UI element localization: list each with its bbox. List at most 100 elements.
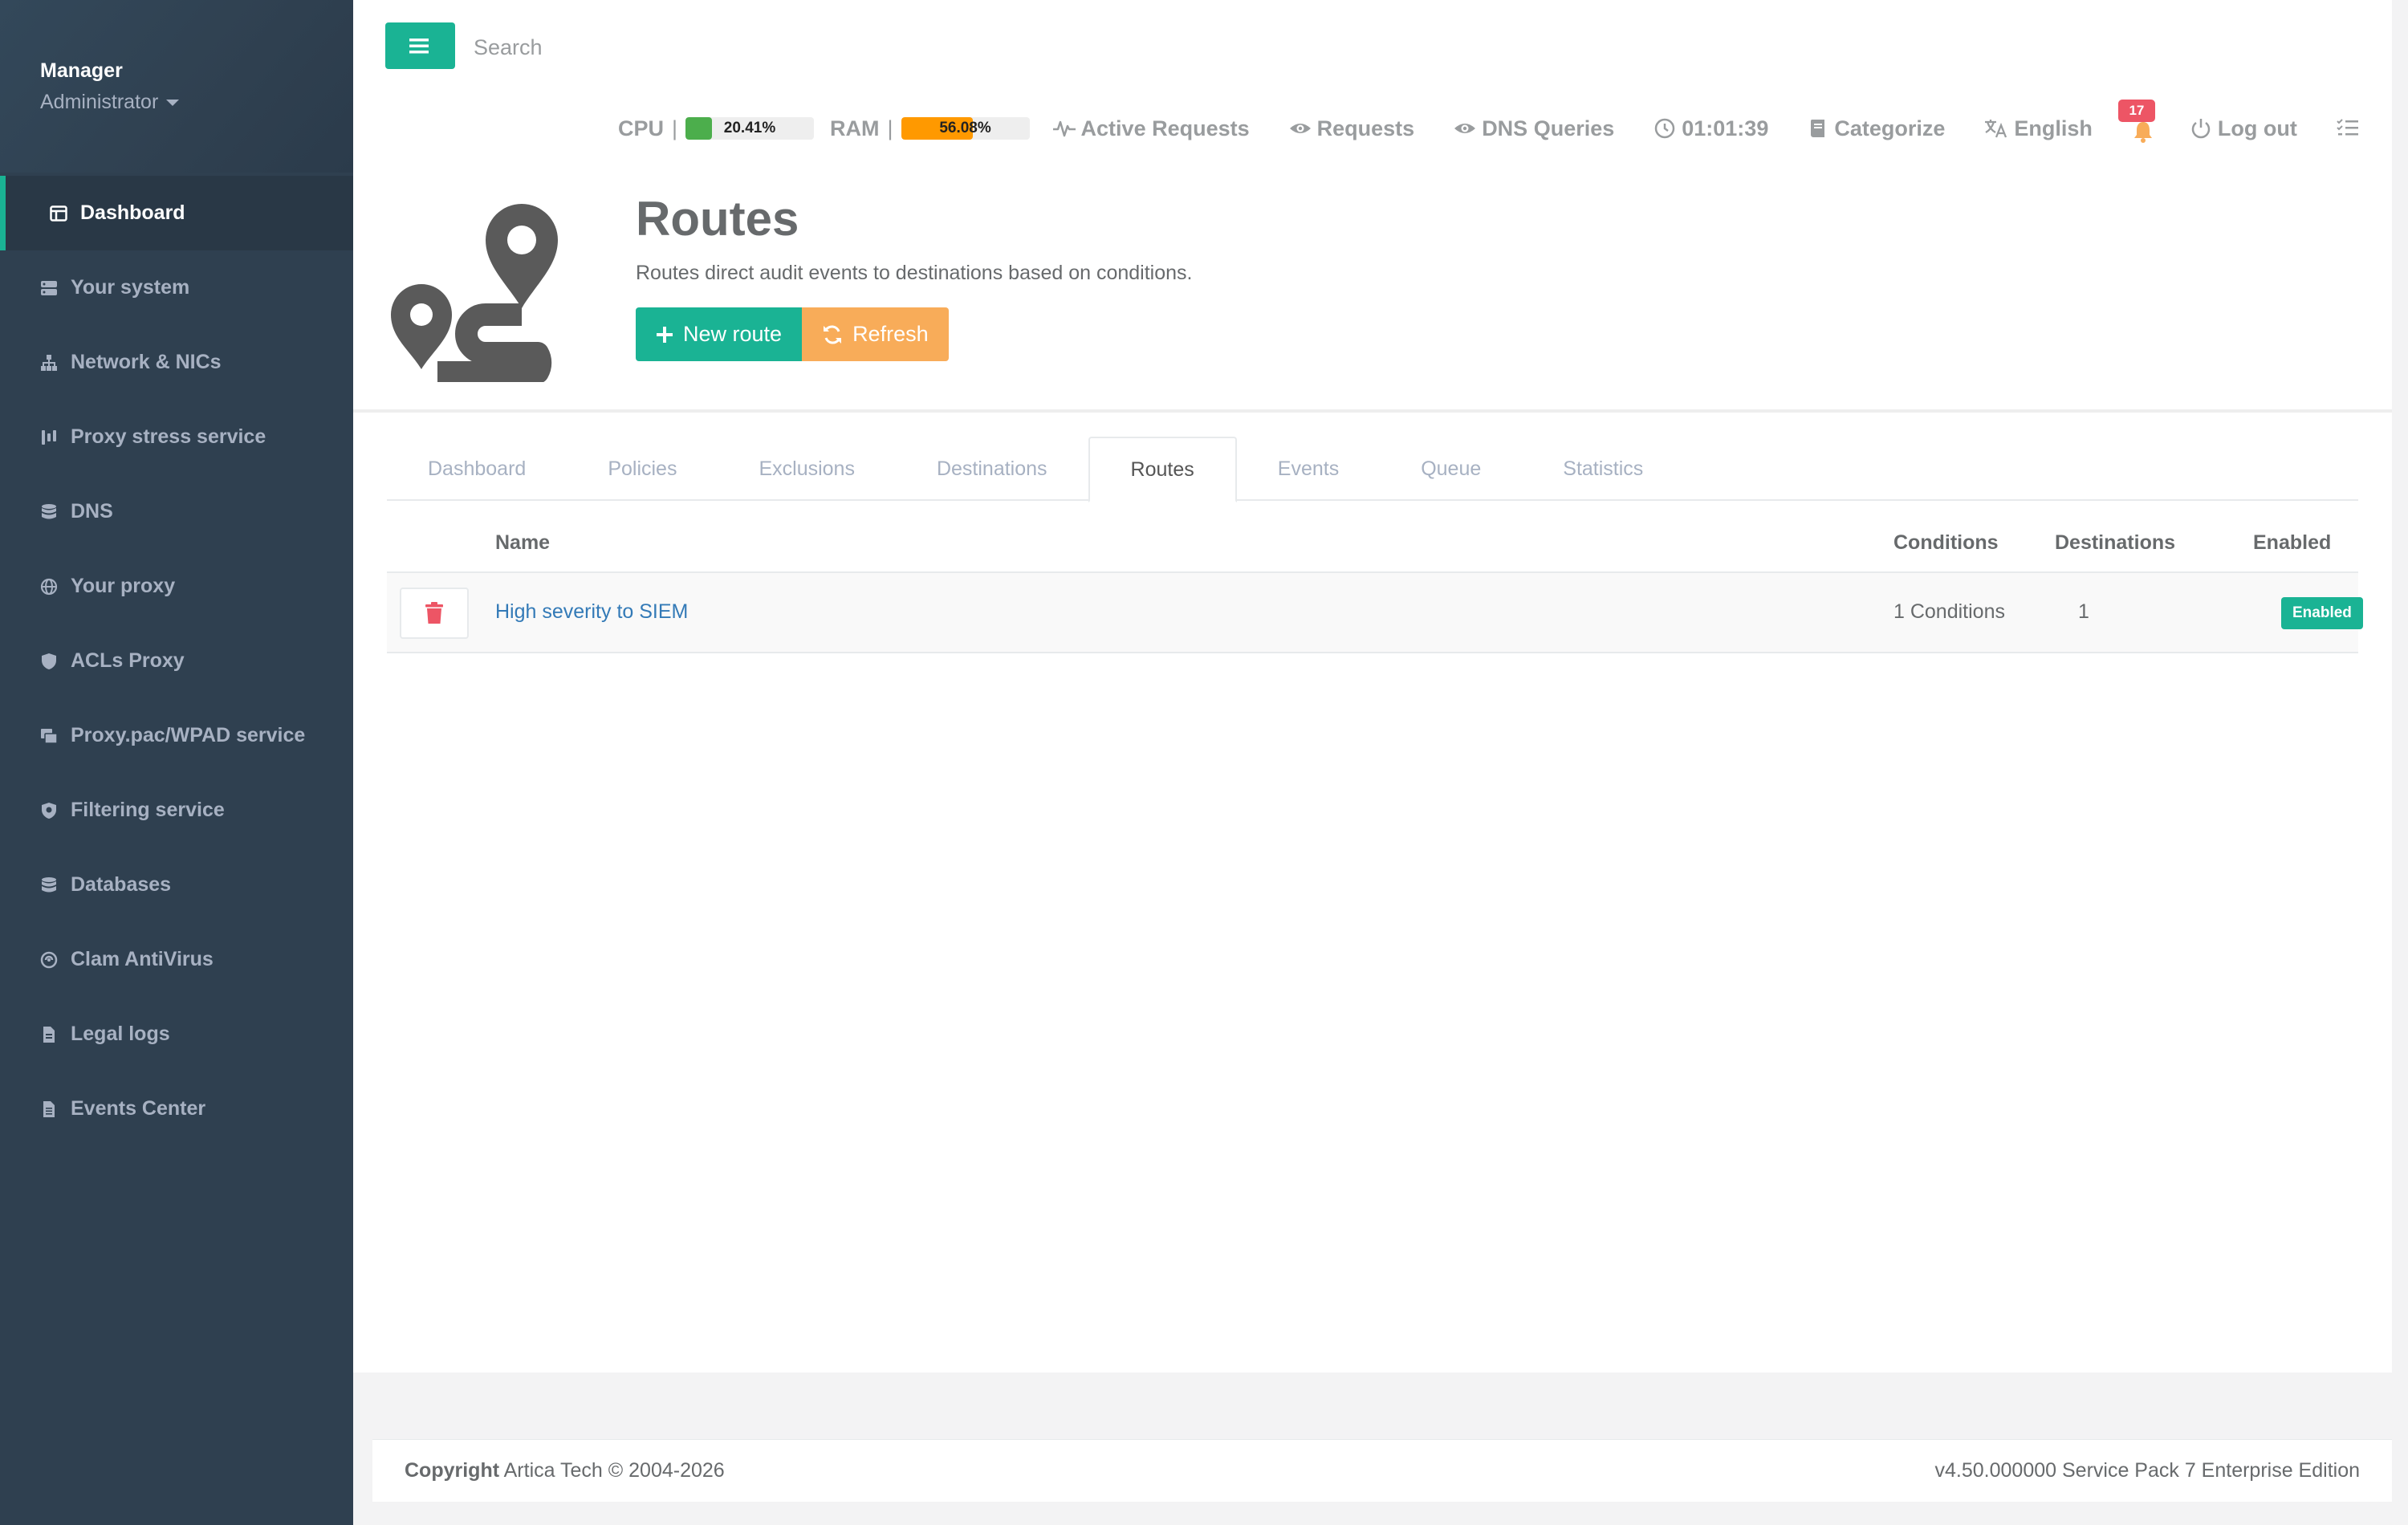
refresh-button[interactable]: Refresh bbox=[802, 307, 949, 361]
tab-events[interactable]: Events bbox=[1237, 437, 1380, 501]
tasks-button[interactable] bbox=[2336, 117, 2365, 140]
server-icon bbox=[40, 278, 71, 299]
sidebar-item-filtering[interactable]: Filtering service bbox=[0, 773, 353, 848]
sidebar-item-label: Your proxy bbox=[71, 575, 176, 597]
tab-dashboard[interactable]: Dashboard bbox=[387, 437, 567, 501]
column-header-conditions[interactable]: Conditions bbox=[1893, 531, 1999, 555]
column-header-destinations[interactable]: Destinations bbox=[2055, 531, 2175, 555]
clock-display[interactable]: 01:01:39 bbox=[1653, 116, 1768, 141]
table-header: Name Conditions Destinations Enabled bbox=[387, 514, 2358, 573]
tab-policies[interactable]: Policies bbox=[567, 437, 718, 501]
dns-queries-link[interactable]: DNS Queries bbox=[1453, 116, 1614, 141]
sidebar-item-dns[interactable]: DNS bbox=[0, 474, 353, 549]
sidebar-item-dashboard[interactable]: Dashboard bbox=[0, 176, 353, 250]
shield-filter-icon bbox=[40, 800, 71, 821]
clock-value: 01:01:39 bbox=[1682, 116, 1769, 140]
file-icon bbox=[40, 1024, 71, 1045]
notifications-button[interactable]: 17 bbox=[2117, 100, 2155, 146]
power-icon bbox=[2191, 119, 2211, 139]
sidebar-item-label: Databases bbox=[71, 873, 172, 896]
sidebar-item-label: Proxy stress service bbox=[71, 425, 266, 448]
delete-button[interactable] bbox=[400, 588, 469, 639]
column-header-name[interactable]: Name bbox=[495, 531, 550, 555]
sidebar-item-events-center[interactable]: Events Center bbox=[0, 1072, 353, 1146]
sidebar-item-label: ACLs Proxy bbox=[71, 649, 185, 672]
sidebar-item-clam-antivirus[interactable]: Clam AntiVirus bbox=[0, 922, 353, 997]
tab-exclusions[interactable]: Exclusions bbox=[718, 437, 896, 501]
database-icon bbox=[40, 875, 71, 896]
sidebar-item-label: Proxy.pac/WPAD service bbox=[71, 724, 306, 746]
task-list-icon bbox=[2337, 119, 2358, 136]
sidebar-item-label: Dashboard bbox=[80, 201, 185, 224]
shield-icon bbox=[40, 651, 71, 672]
cpu-value: 20.41% bbox=[723, 120, 776, 136]
footer: Copyright Artica Tech © 2004-2026 v4.50.… bbox=[372, 1439, 2392, 1502]
column-header-enabled[interactable]: Enabled bbox=[2253, 531, 2331, 555]
active-requests-link[interactable]: Active Requests bbox=[1052, 116, 1250, 141]
sidebar-item-databases[interactable]: Databases bbox=[0, 848, 353, 922]
requests-link[interactable]: Requests bbox=[1288, 116, 1415, 141]
logout-label: Log out bbox=[2217, 116, 2297, 140]
refresh-label: Refresh bbox=[852, 322, 929, 346]
tab-statistics[interactable]: Statistics bbox=[1522, 437, 1684, 501]
trash-icon bbox=[425, 602, 443, 624]
route-destinations: 1 bbox=[2078, 600, 2089, 623]
sidebar-item-proxy-pac[interactable]: Proxy.pac/WPAD service bbox=[0, 698, 353, 773]
version-info: v4.50.000000 Service Pack 7 Enterprise E… bbox=[1934, 1459, 2360, 1482]
new-route-button[interactable]: New route bbox=[636, 307, 803, 361]
language-label: English bbox=[2014, 116, 2093, 140]
cpu-label: CPU bbox=[618, 116, 665, 140]
requests-label: Requests bbox=[1316, 116, 1415, 140]
copyright: Copyright Artica Tech © 2004-2026 bbox=[405, 1459, 725, 1482]
profile-role-dropdown[interactable]: Administrator bbox=[40, 91, 353, 114]
cpu-indicator: CPU | 20.41% bbox=[618, 116, 815, 141]
sidebar-item-proxy-stress[interactable]: Proxy stress service bbox=[0, 400, 353, 474]
eye-icon bbox=[1289, 124, 1311, 133]
route-name-link[interactable]: High severity to SIEM bbox=[495, 600, 688, 624]
sidebar-item-label: DNS bbox=[71, 500, 113, 523]
copyright-text: Artica Tech © 2004-2026 bbox=[503, 1459, 725, 1482]
sidebar-item-network[interactable]: Network & NICs bbox=[0, 325, 353, 400]
page-subtitle: Routes direct audit events to destinatio… bbox=[636, 262, 1193, 284]
routes-table: Name Conditions Destinations Enabled Hig… bbox=[387, 514, 2363, 653]
ram-indicator: RAM | 56.08% bbox=[830, 116, 1030, 141]
file-text-icon bbox=[40, 1099, 71, 1120]
tab-bar: Dashboard Policies Exclusions Destinatio… bbox=[387, 437, 2358, 502]
categorize-link[interactable]: Categorize bbox=[1807, 116, 1945, 141]
tab-queue[interactable]: Queue bbox=[1380, 437, 1522, 501]
logout-button[interactable]: Log out bbox=[2189, 116, 2297, 141]
profile-role-label: Administrator bbox=[40, 91, 159, 113]
active-requests-label: Active Requests bbox=[1080, 116, 1250, 140]
sidebar-item-label: Network & NICs bbox=[71, 351, 222, 373]
sidebar-item-your-system[interactable]: Your system bbox=[0, 250, 353, 325]
virus-icon bbox=[40, 950, 71, 970]
sidebar-item-label: Clam AntiVirus bbox=[71, 948, 214, 970]
sidebar-item-label: Your system bbox=[71, 276, 190, 299]
tab-routes[interactable]: Routes bbox=[1088, 437, 1237, 502]
sidebar-item-acls-proxy[interactable]: ACLs Proxy bbox=[0, 624, 353, 698]
separator: | bbox=[887, 116, 893, 140]
tab-destinations[interactable]: Destinations bbox=[896, 437, 1088, 501]
action-buttons: New route Refresh bbox=[636, 307, 949, 361]
sidebar: Manager Administrator Dashboard Your sys… bbox=[0, 0, 353, 1525]
search-input[interactable] bbox=[474, 29, 955, 66]
stress-icon bbox=[40, 427, 71, 448]
caret-down-icon bbox=[166, 99, 180, 106]
bell-wrapper: 17 bbox=[2117, 100, 2155, 146]
script-icon bbox=[40, 726, 71, 746]
eye-icon bbox=[1454, 124, 1476, 133]
book-icon bbox=[1811, 120, 1825, 137]
network-icon bbox=[40, 352, 71, 373]
sidebar-item-your-proxy[interactable]: Your proxy bbox=[0, 549, 353, 624]
database-icon bbox=[40, 502, 71, 523]
dns-queries-label: DNS Queries bbox=[1482, 116, 1615, 140]
sidebar-item-legal-logs[interactable]: Legal logs bbox=[0, 997, 353, 1072]
status-badge[interactable]: Enabled bbox=[2281, 597, 2363, 629]
user-profile: Manager Administrator bbox=[0, 0, 353, 173]
copyright-label: Copyright bbox=[405, 1459, 500, 1482]
separator: | bbox=[672, 116, 678, 140]
language-selector[interactable]: English bbox=[1983, 116, 2093, 141]
hamburger-icon bbox=[409, 39, 429, 54]
globe-icon bbox=[40, 576, 71, 597]
menu-toggle-button[interactable] bbox=[385, 22, 455, 69]
